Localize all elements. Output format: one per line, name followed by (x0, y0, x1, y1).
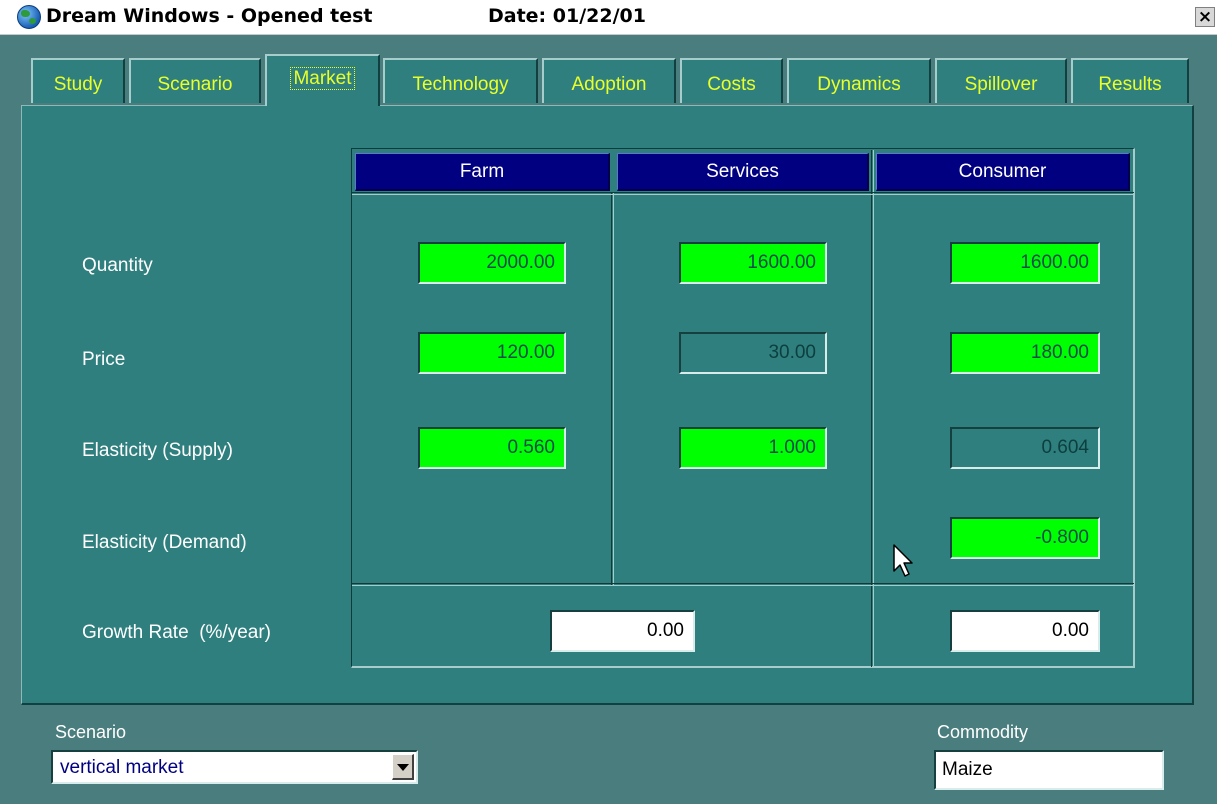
scenario-label: Scenario (55, 722, 127, 742)
scenario-select[interactable]: vertical market (51, 750, 418, 784)
tab-label: Costs (707, 74, 756, 95)
globe-icon (17, 5, 41, 29)
consumer-elasticity-supply-value: 0.604 (950, 427, 1100, 469)
tab-technology[interactable]: Technology (383, 58, 538, 103)
commodity-label: Commodity (937, 722, 1029, 742)
farm-quantity-input[interactable]: 2000.00 (418, 242, 566, 284)
row-label-elasticity-supply: Elasticity (Supply) (82, 440, 233, 461)
tab-label: Results (1098, 74, 1162, 95)
column-header-farm: Farm (355, 153, 610, 191)
row-label-quantity: Quantity (82, 255, 153, 276)
dropdown-arrow-icon[interactable] (392, 754, 414, 780)
scenario-select-value: vertical market (60, 757, 184, 778)
tab-label: Adoption (571, 74, 647, 95)
tab-label: Study (53, 74, 103, 95)
consumer-growth-rate-input[interactable]: 0.00 (950, 610, 1100, 652)
title-bar: Dream Windows - Opened test Date: 01/22/… (0, 0, 1217, 35)
consumer-price-input[interactable]: 180.00 (950, 332, 1100, 374)
tab-study[interactable]: Study (31, 58, 125, 103)
column-header-consumer: Consumer (876, 153, 1130, 191)
commodity-field[interactable]: Maize (934, 750, 1164, 790)
tab-adoption[interactable]: Adoption (542, 58, 676, 103)
row-label-price: Price (82, 349, 126, 370)
row-label-elasticity-demand: Elasticity (Demand) (82, 532, 247, 553)
services-quantity-input[interactable]: 1600.00 (679, 242, 827, 284)
window-title: Dream Windows - Opened test (46, 5, 373, 27)
tab-spillover[interactable]: Spillover (935, 58, 1067, 103)
date-label: Date: 01/22/01 (488, 5, 646, 27)
row-divider (352, 192, 1134, 195)
tab-results[interactable]: Results (1071, 58, 1189, 103)
farm-elasticity-supply-input[interactable]: 0.560 (418, 427, 566, 469)
tab-label: Market (290, 67, 355, 90)
column-divider (611, 192, 614, 585)
column-divider (871, 150, 874, 667)
services-elasticity-supply-input[interactable]: 1.000 (679, 427, 827, 469)
consumer-quantity-input[interactable]: 1600.00 (950, 242, 1100, 284)
row-label-growth-rate: Growth Rate (%/year) (82, 622, 271, 643)
mouse-cursor-icon (893, 544, 913, 577)
tab-label: Technology (412, 74, 509, 95)
column-header-services: Services (617, 153, 869, 191)
tab-label: Dynamics (817, 74, 901, 95)
tab-market[interactable]: Market (265, 54, 380, 106)
farm-services-growth-rate-input[interactable]: 0.00 (550, 610, 695, 652)
close-button[interactable]: × (1195, 7, 1215, 27)
tab-costs[interactable]: Costs (680, 58, 783, 103)
tab-dynamics[interactable]: Dynamics (787, 58, 931, 103)
farm-price-input[interactable]: 120.00 (418, 332, 566, 374)
tab-label: Spillover (964, 74, 1038, 95)
market-grid (351, 148, 1135, 668)
tab-scenario[interactable]: Scenario (129, 58, 261, 103)
consumer-elasticity-demand-input[interactable]: -0.800 (950, 517, 1100, 559)
tab-label: Scenario (157, 74, 233, 95)
services-price-value: 30.00 (679, 332, 827, 374)
row-divider (352, 583, 1134, 586)
